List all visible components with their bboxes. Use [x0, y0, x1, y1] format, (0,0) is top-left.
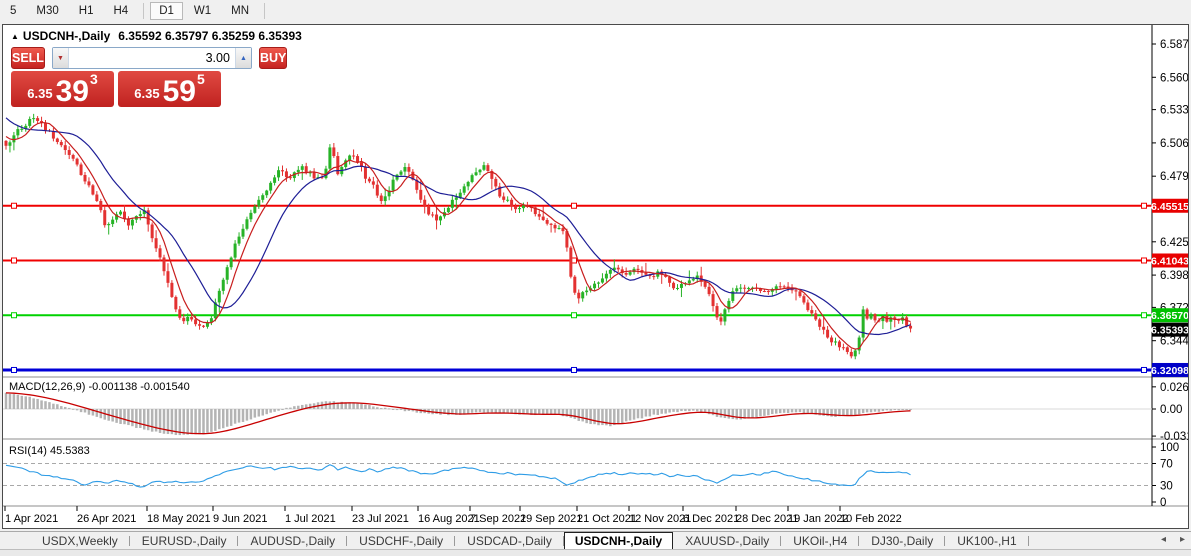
- chart-tab-eurusd-daily[interactable]: EURUSD-,Daily: [130, 533, 239, 549]
- rsi-scale-label: 70: [1160, 459, 1173, 471]
- ma-slow-line: [6, 118, 911, 335]
- timeframe-toolbar: 5M30H1H4 D1W1MN: [0, 0, 1191, 22]
- date-axis-label: 29 Sep 2021: [520, 513, 582, 525]
- tab-scroll-right-icon[interactable]: ▸: [1180, 534, 1185, 545]
- price-badge-label: 6.35393: [1151, 325, 1188, 337]
- timeframe-button-5[interactable]: 5: [1, 2, 25, 20]
- date-axis-label: 26 Apr 2021: [77, 513, 136, 525]
- price-badge-label: 6.41043: [1151, 255, 1188, 267]
- volume-input[interactable]: [69, 48, 235, 68]
- chart-tab-uk100-h1[interactable]: UK100-,H1: [945, 533, 1028, 549]
- date-axis-label: 21 Oct 2021: [577, 513, 637, 525]
- date-axis-label: 7 Sep 2021: [470, 513, 526, 525]
- tab-scroll-left-icon[interactable]: ◂: [1161, 534, 1166, 545]
- price-axis-label: 6.53370: [1160, 105, 1188, 117]
- buy-price-prefix: 6.35: [134, 86, 159, 101]
- chart-tab-audusd-daily[interactable]: AUDUSD-,Daily: [238, 533, 347, 549]
- hline-handle[interactable]: [12, 203, 17, 208]
- timeframe-button-d1[interactable]: D1: [150, 2, 183, 20]
- chart-tab-usdchf-daily[interactable]: USDCHF-,Daily: [347, 533, 455, 549]
- hline-handle[interactable]: [1142, 203, 1147, 208]
- date-axis-label: 10 Feb 2022: [840, 513, 902, 525]
- date-axis-label: 6 Dec 2021: [683, 513, 739, 525]
- sell-price-prefix: 6.35: [27, 86, 52, 101]
- chart-tab-usdcad-daily[interactable]: USDCAD-,Daily: [455, 533, 564, 549]
- price-badge-label: 6.36570: [1151, 310, 1188, 322]
- rsi-indicator-label: RSI(14) 45.5383: [9, 445, 90, 457]
- volume-decrease-button[interactable]: ▼: [53, 48, 69, 68]
- buy-price-box[interactable]: 6.35 59 5: [118, 71, 221, 107]
- candles-layer: [5, 114, 913, 359]
- toolbar-separator: [264, 3, 265, 19]
- date-axis-label: 1 Jul 2021: [285, 513, 336, 525]
- status-bar: [0, 549, 1191, 556]
- timeframe-button-h1[interactable]: H1: [70, 2, 103, 20]
- price-badge-label: 6.45515: [1151, 201, 1188, 213]
- collapse-triangle-icon[interactable]: ▲: [11, 32, 19, 41]
- date-axis-label: 9 Jun 2021: [213, 513, 267, 525]
- buy-button[interactable]: BUY: [259, 47, 287, 69]
- price-axis-label: 6.39850: [1160, 270, 1188, 282]
- sell-price-box[interactable]: 6.35 39 3: [11, 71, 114, 107]
- volume-increase-button[interactable]: ▲: [235, 48, 251, 68]
- mt4-terminal: 5M30H1H4D1W1MN 6.587306.560106.533706.50…: [0, 0, 1191, 556]
- rsi-scale-label: 30: [1160, 481, 1173, 493]
- rsi-scale-label: 100: [1160, 442, 1179, 454]
- tab-scroll-buttons: ◂ ▸: [1161, 534, 1185, 545]
- hline-handle[interactable]: [572, 203, 577, 208]
- price-axis-label: 6.50650: [1160, 138, 1188, 150]
- sell-price-pip: 3: [90, 71, 98, 87]
- macd-indicator-label: MACD(12,26,9) -0.001138 -0.001540: [9, 381, 190, 393]
- date-axis-label: 23 Jul 2021: [352, 513, 409, 525]
- timeframe-button-h4[interactable]: H4: [104, 2, 137, 20]
- chart-tab-ukoil-h4[interactable]: UKOil-,H4: [781, 533, 859, 549]
- buy-price-pip: 5: [197, 71, 205, 87]
- date-axis-label: 18 May 2021: [147, 513, 211, 525]
- chart-title: ▲ USDCNH-,Daily 6.35592 6.35797 6.35259 6.…: [11, 29, 302, 43]
- timeframe-button-m30[interactable]: M30: [27, 2, 67, 20]
- hline-handle[interactable]: [1142, 258, 1147, 263]
- buy-price-main: 59: [163, 78, 196, 105]
- sell-price-main: 39: [56, 78, 89, 105]
- hline-handle[interactable]: [12, 367, 17, 372]
- toolbar-separator: [143, 3, 144, 19]
- price-axis-label: 6.34490: [1160, 336, 1188, 348]
- chart-tab-bar: USDX,WeeklyEURUSD-,DailyAUDUSD-,DailyUSD…: [0, 531, 1191, 549]
- one-click-trading-panel: SELL ▼ ▲ BUY 6.35 39 3 6.35 59 5: [11, 47, 221, 107]
- hline-handle[interactable]: [12, 258, 17, 263]
- hline-handle[interactable]: [572, 367, 577, 372]
- chart-ohlc-values: 6.35592 6.35797 6.35259 6.35393: [118, 29, 302, 43]
- price-axis-label: 6.58730: [1160, 39, 1188, 51]
- chart-window: 6.58730 6.56010 6.53370 6.50650 6.47930 6.425…: [2, 24, 1189, 529]
- price-axis-label: 6.42570: [1160, 237, 1188, 249]
- price-axis-label: 6.47930: [1160, 171, 1188, 183]
- chart-tab-dj30-daily[interactable]: DJ30-,Daily: [859, 533, 945, 549]
- chart-tab-usdcnh-daily[interactable]: USDCNH-,Daily: [564, 532, 673, 550]
- timeframe-button-mn[interactable]: MN: [222, 2, 258, 20]
- chart-tab-xauusd-daily[interactable]: XAUUSD-,Daily: [673, 533, 781, 549]
- sell-button[interactable]: SELL: [11, 47, 45, 69]
- hline-handle[interactable]: [1142, 367, 1147, 372]
- hline-handle[interactable]: [572, 313, 577, 318]
- macd-signal-line: [6, 393, 911, 434]
- price-axis-label: 6.56010: [1160, 72, 1188, 84]
- chart-tab-usdx-weekly[interactable]: USDX,Weekly: [30, 533, 130, 549]
- timeframe-button-w1[interactable]: W1: [185, 2, 220, 20]
- rsi-line: [6, 465, 911, 487]
- macd-scale-label: 0.00: [1160, 404, 1182, 416]
- price-badge-label: 6.32098: [1151, 365, 1188, 377]
- macd-scale-label: 0.02607: [1160, 382, 1188, 394]
- date-axis-label: 1 Apr 2021: [5, 513, 58, 525]
- volume-spinner: ▼ ▲: [52, 47, 252, 69]
- hline-handle[interactable]: [12, 313, 17, 318]
- chart-symbol-label: USDCNH-,Daily: [23, 29, 110, 43]
- hline-handle[interactable]: [1142, 313, 1147, 318]
- rsi-scale-label: 0: [1160, 497, 1166, 509]
